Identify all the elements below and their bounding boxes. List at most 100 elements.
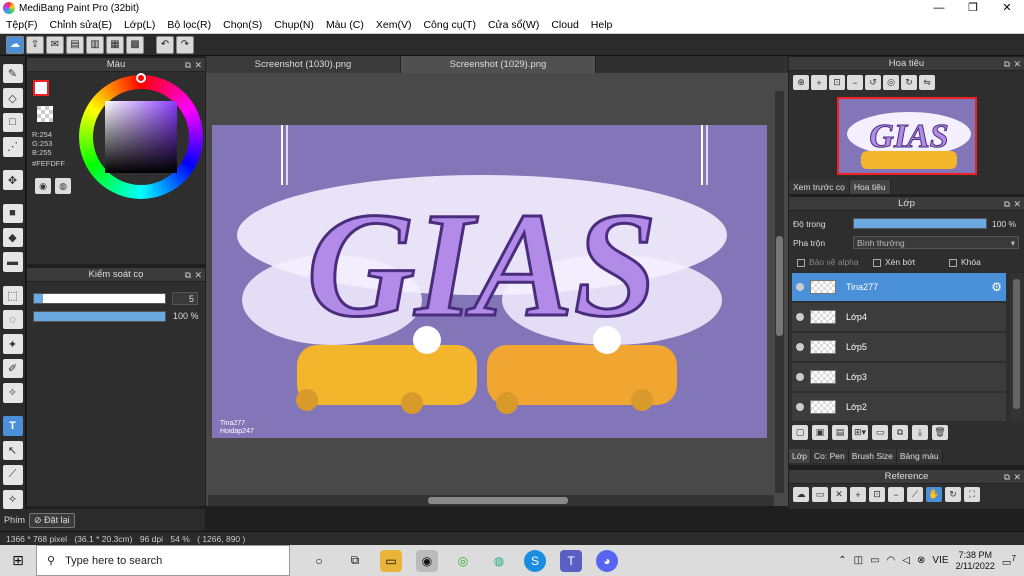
- taskbar-search[interactable]: ⚲ Type here to search: [36, 545, 290, 576]
- layer-item[interactable]: Lớp3: [792, 363, 1006, 391]
- tab-brush-size[interactable]: Brush Size: [848, 449, 897, 463]
- skype-icon[interactable]: S: [524, 549, 546, 572]
- error-icon[interactable]: ⊗: [917, 555, 925, 566]
- delete-layer-icon[interactable]: 🗑: [932, 425, 948, 440]
- folder-icon[interactable]: ▭: [872, 425, 888, 440]
- canvas-horizontal-scrollbar[interactable]: [208, 495, 774, 506]
- canvas-vertical-scrollbar[interactable]: [775, 91, 784, 493]
- eyedropper-icon[interactable]: ⟋: [907, 487, 923, 502]
- close-icon[interactable]: ✕: [1013, 470, 1021, 484]
- close-icon[interactable]: ✕: [194, 268, 202, 282]
- tiles-icon[interactable]: ▩: [126, 35, 144, 54]
- wifi-icon[interactable]: ◠: [887, 555, 896, 566]
- tab-screenshot-1029[interactable]: Screenshot (1029).png: [401, 56, 596, 73]
- move-tool-icon[interactable]: ✥: [2, 170, 23, 190]
- popout-icon[interactable]: ⧉: [1004, 470, 1010, 484]
- tab-brush-preview[interactable]: Xem trước cọ: [789, 180, 850, 194]
- hand-icon[interactable]: ✋: [926, 487, 942, 502]
- divide-tool-icon[interactable]: ⟋: [2, 465, 23, 485]
- minimize-button[interactable]: —: [922, 0, 956, 16]
- lasso-tool-icon[interactable]: ◌: [2, 310, 23, 330]
- zoom-fit-icon[interactable]: ⊕: [793, 75, 809, 90]
- tab-layer[interactable]: Lớp: [789, 449, 812, 463]
- rotate-left-icon[interactable]: ↺: [865, 75, 881, 90]
- bucket-tool-icon[interactable]: ◆: [2, 228, 23, 248]
- clip-checkbox[interactable]: [873, 258, 881, 267]
- flip-icon[interactable]: ⇋: [919, 75, 935, 90]
- visibility-icon[interactable]: [796, 403, 804, 411]
- color-settings-icon[interactable]: ◍: [55, 178, 71, 194]
- layer-item[interactable]: Lớp4: [792, 303, 1006, 331]
- rotate-right-icon[interactable]: ↻: [901, 75, 917, 90]
- zoom-in-icon[interactable]: +: [850, 487, 866, 502]
- magic-wand-tool-icon[interactable]: ✦: [2, 334, 23, 354]
- duplicate-layer-icon[interactable]: ⧉: [892, 425, 908, 440]
- message-icon[interactable]: ▤: [66, 35, 84, 54]
- close-icon[interactable]: ✕: [1013, 57, 1021, 71]
- lock-checkbox[interactable]: [949, 258, 957, 267]
- close-button[interactable]: ✕: [990, 0, 1024, 16]
- file-explorer-icon[interactable]: ▭: [380, 549, 402, 572]
- layer-scroll-thumb[interactable]: [1013, 279, 1020, 409]
- operation-tool-icon[interactable]: ↖: [2, 440, 23, 461]
- new-halftone-layer-icon[interactable]: ▣: [812, 425, 828, 440]
- tab-brush[interactable]: Co: Pen: [811, 449, 849, 463]
- close-icon[interactable]: ✕: [194, 58, 202, 72]
- medibang-icon[interactable]: ◉: [416, 549, 438, 572]
- layer-scrollbar[interactable]: [1010, 273, 1023, 421]
- new-layer-icon[interactable]: ▢: [792, 425, 808, 440]
- comment-icon[interactable]: ✉: [46, 35, 64, 54]
- cortana-icon[interactable]: ○: [308, 550, 330, 572]
- tab-screenshot-1030[interactable]: Screenshot (1030).png: [206, 56, 401, 73]
- visibility-icon[interactable]: [796, 343, 804, 351]
- zoom-out-icon[interactable]: −: [888, 487, 904, 502]
- vertical-scroll-thumb[interactable]: [776, 236, 783, 336]
- select-eraser-tool-icon[interactable]: ✧: [2, 383, 23, 403]
- layer-item[interactable]: Lớp5: [792, 333, 1006, 361]
- gear-icon[interactable]: ⚙: [991, 280, 1002, 294]
- fill-rect-tool-icon[interactable]: ■: [2, 203, 23, 223]
- brush-opacity-slider[interactable]: [33, 311, 166, 322]
- layer-item[interactable]: Lớp2: [792, 393, 1006, 421]
- lock-option[interactable]: Khóa: [949, 257, 981, 267]
- tab-palette[interactable]: Bảng màu: [896, 449, 943, 463]
- zoom-out-icon[interactable]: −: [847, 75, 863, 90]
- pen-tool-icon[interactable]: ✎: [2, 64, 23, 84]
- new-8bit-layer-icon[interactable]: ▤: [832, 425, 848, 440]
- fit-icon[interactable]: ⊡: [869, 487, 885, 502]
- add-layer-menu-icon[interactable]: ⊞▾: [852, 425, 868, 440]
- artwork-canvas[interactable]: GIAS Tina277 Hoidap247: [212, 125, 767, 438]
- windows-start-icon[interactable]: ⊞: [0, 545, 36, 576]
- share-icon[interactable]: ⇪: [26, 35, 44, 54]
- menu-edit[interactable]: Chỉnh sửa(E): [44, 19, 118, 31]
- dot-pen-tool-icon[interactable]: ⋰: [2, 137, 23, 157]
- menu-filter[interactable]: Bộ lọc(R): [161, 19, 217, 31]
- menu-select[interactable]: Chọn(S): [217, 19, 268, 31]
- text-tool-icon[interactable]: T: [2, 416, 23, 436]
- palette-icon[interactable]: ◉: [35, 178, 51, 194]
- cloud-upload-icon[interactable]: ☁: [793, 487, 809, 502]
- menu-color[interactable]: Màu (C): [320, 19, 370, 31]
- language-indicator[interactable]: VIE: [932, 555, 948, 566]
- tab-navigator[interactable]: Hoa tiêu: [849, 180, 891, 194]
- select-pen-tool-icon[interactable]: ✐: [2, 358, 23, 379]
- network-icon[interactable]: ▭: [870, 555, 879, 566]
- visibility-icon[interactable]: [796, 283, 804, 291]
- layer-opacity-slider[interactable]: [853, 218, 987, 229]
- navigator-preview[interactable]: GIAS: [837, 97, 977, 175]
- menu-cloud[interactable]: Cloud: [545, 19, 584, 31]
- reset-button[interactable]: ⊘ Đặt lại: [29, 512, 75, 528]
- menu-layer[interactable]: Lớp(L): [118, 19, 161, 31]
- popout-icon[interactable]: ⧉: [1004, 57, 1010, 71]
- background-color-swatch[interactable]: [37, 106, 53, 122]
- menu-snap[interactable]: Chụp(N): [268, 19, 320, 31]
- chrome-icon[interactable]: ◍: [488, 550, 510, 572]
- rectangle-tool-icon[interactable]: □: [2, 112, 23, 133]
- eyedropper-tool-icon[interactable]: ⟡: [2, 489, 23, 509]
- close-reference-icon[interactable]: ✕: [831, 487, 847, 502]
- open-folder-icon[interactable]: ▭: [812, 487, 828, 502]
- clock[interactable]: 7:38 PM 2/11/2022: [956, 550, 995, 572]
- protect-alpha-checkbox[interactable]: [797, 258, 805, 267]
- hue-marker[interactable]: [136, 73, 146, 83]
- foreground-color-swatch[interactable]: [33, 80, 49, 96]
